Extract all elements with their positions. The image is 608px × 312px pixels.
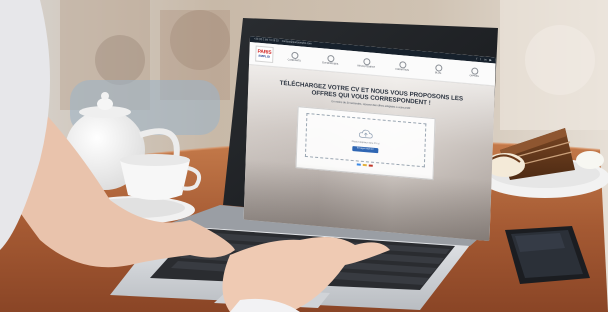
nav-item-recrutement[interactable]: Recrutement	[351, 57, 381, 70]
laptop-screen: +33 (0) 1 84 74 19 22 contact@parisemplo…	[243, 36, 496, 242]
dropzone-text: Glissez-déposez votre CV ici	[351, 140, 380, 145]
nav-item-offres[interactable]: Offres	[459, 66, 489, 79]
google-drive-icon[interactable]	[362, 163, 367, 167]
nav-item-label: Candidats	[287, 59, 301, 63]
social-links: f t in ▶	[476, 56, 492, 63]
nav-item-label: Recrutement	[357, 65, 376, 69]
photo-scene: +33 (0) 1 84 74 19 22 contact@parisemplo…	[0, 0, 608, 312]
building-icon	[326, 54, 335, 63]
linkedin-icon[interactable]: in	[484, 56, 487, 62]
dropbox-icon[interactable]	[356, 163, 361, 166]
cloud-upload-icon	[358, 129, 373, 138]
hero-section: Téléchargez votre CV et nous vous propos…	[243, 64, 495, 242]
nav-item-label: Offres	[469, 75, 479, 78]
onedrive-icon[interactable]	[368, 164, 373, 167]
book-icon	[398, 61, 406, 69]
youtube-icon[interactable]: ▶	[489, 57, 492, 63]
user-icon	[290, 51, 299, 60]
nav-item-label: Blog	[434, 72, 442, 75]
cloud-providers	[356, 163, 373, 167]
logo-line2: EMPLOI	[258, 53, 271, 59]
nav-item-label: Formation	[395, 68, 410, 72]
twitter-icon[interactable]: t	[480, 56, 481, 62]
nav-item-entreprises[interactable]: Entreprises	[315, 54, 345, 67]
list-icon	[470, 67, 478, 75]
dropzone-area[interactable]: Glissez-déposez votre CV ici Envoyer mon…	[304, 112, 427, 168]
nav-item-blog[interactable]: Blog	[423, 63, 453, 76]
facebook-icon[interactable]: f	[476, 56, 477, 62]
briefcase-icon	[362, 57, 371, 66]
pen-icon	[434, 64, 442, 72]
nav-item-label: Entreprises	[322, 62, 339, 66]
nav-item-formation[interactable]: Formation	[387, 60, 417, 73]
upload-cv-button[interactable]: Envoyer mon CV	[351, 145, 379, 153]
nav-item-candidats[interactable]: Candidats	[279, 51, 309, 64]
site-logo[interactable]: PARIS EMPLOI	[255, 45, 274, 64]
